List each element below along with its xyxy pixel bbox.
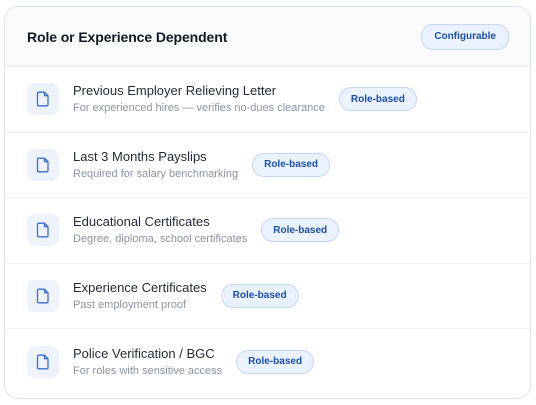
document-row[interactable]: Experience Certificates Past employment …	[5, 264, 530, 329]
document-icon	[27, 345, 59, 378]
card-header: Role or Experience Dependent Configurabl…	[5, 7, 530, 67]
document-title: Last 3 Months Payslips	[73, 148, 207, 164]
document-icon	[27, 279, 59, 312]
section-title: Role or Experience Dependent	[27, 28, 228, 45]
document-icon	[27, 148, 59, 181]
role-based-badge: Role-based	[252, 152, 330, 177]
document-subtitle: Degree, diploma, school certificates	[73, 233, 248, 246]
document-text: Last 3 Months Payslips Required for sala…	[73, 148, 238, 182]
document-row[interactable]: Police Verification / BGC For roles with…	[5, 329, 530, 395]
document-title: Police Verification / BGC	[73, 345, 215, 361]
document-row[interactable]: Previous Employer Relieving Letter For e…	[5, 67, 530, 133]
document-text: Educational Certificates Degree, diploma…	[73, 213, 247, 247]
document-subtitle: For roles with sensitive access	[73, 364, 223, 377]
document-title: Educational Certificates	[73, 214, 210, 230]
document-subtitle: Past employment proof	[73, 298, 187, 311]
document-subtitle: Required for salary benchmarking	[73, 167, 239, 180]
configurable-badge[interactable]: Configurable	[421, 23, 509, 50]
document-text: Experience Certificates Past employment …	[73, 279, 207, 313]
document-row[interactable]: Educational Certificates Degree, diploma…	[5, 198, 530, 264]
document-list: Previous Employer Relieving Letter For e…	[5, 67, 530, 395]
document-icon	[27, 83, 59, 116]
documents-card: Role or Experience Dependent Configurabl…	[4, 6, 531, 399]
document-text: Previous Employer Relieving Letter For e…	[73, 82, 325, 116]
document-row[interactable]: Last 3 Months Payslips Required for sala…	[5, 133, 530, 198]
document-icon	[27, 214, 59, 247]
role-based-badge: Role-based	[338, 87, 417, 112]
document-text: Police Verification / BGC For roles with…	[73, 345, 222, 379]
role-based-badge: Role-based	[261, 218, 340, 243]
document-title: Experience Certificates	[73, 279, 207, 295]
document-subtitle: For experienced hires — verifies no-dues…	[73, 102, 325, 115]
role-based-badge: Role-based	[236, 349, 315, 374]
document-title: Previous Employer Relieving Letter	[73, 83, 277, 99]
role-based-badge: Role-based	[220, 283, 299, 308]
